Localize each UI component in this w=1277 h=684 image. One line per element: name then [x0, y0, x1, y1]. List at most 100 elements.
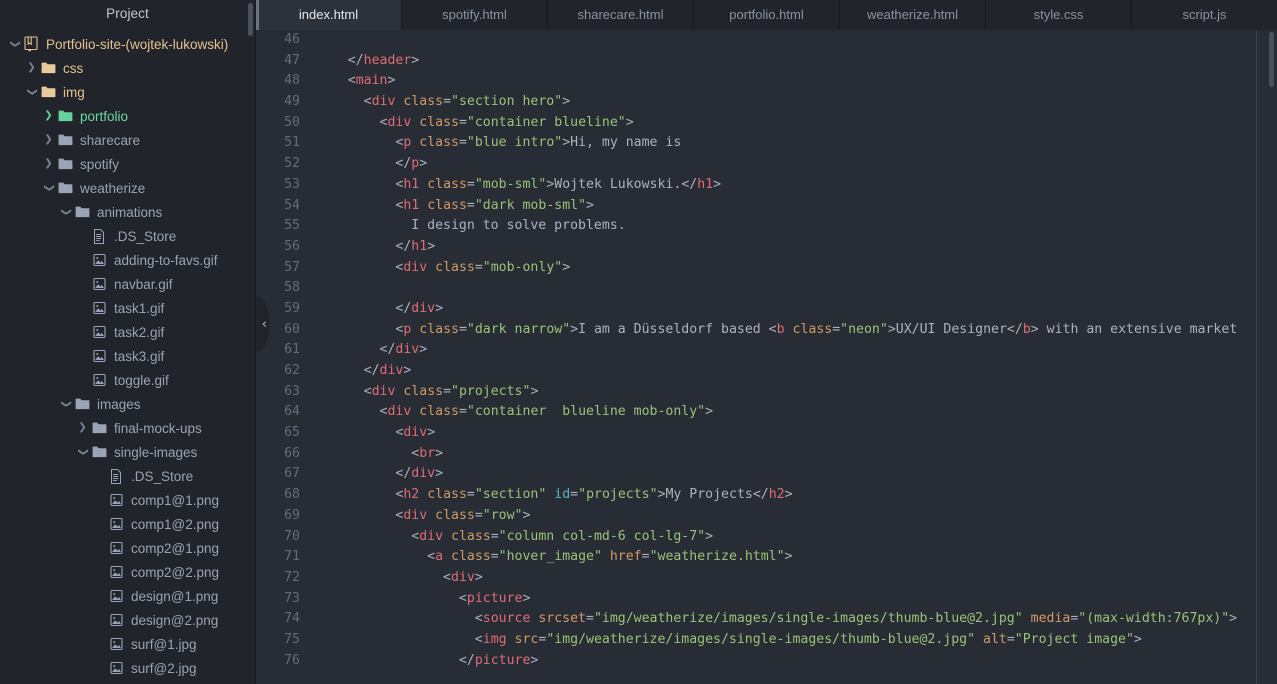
- code-token-punc: >: [1133, 631, 1142, 647]
- sidebar-scrollbar[interactable]: [248, 3, 253, 36]
- tree-item-design-2-png[interactable]: ❯design@2.png: [0, 608, 255, 632]
- code-token-tag: source: [482, 611, 531, 627]
- code-line: 65 <div>: [256, 423, 1277, 444]
- tree-item-toggle-gif[interactable]: ❯toggle.gif: [0, 368, 255, 392]
- tree-item-sharecare[interactable]: ❯ sharecare: [0, 128, 255, 152]
- tree-item-comp1-1-png[interactable]: ❯comp1@1.png: [0, 488, 255, 512]
- code-line: 46: [256, 30, 1277, 51]
- code-token-punc: >: [586, 197, 594, 213]
- tree-item-final-mock-ups[interactable]: ❯ final-mock-ups: [0, 416, 255, 440]
- code-token-punc: >: [435, 466, 444, 482]
- code-token-str: "row": [482, 507, 523, 523]
- code-token-punc: </: [752, 487, 769, 503]
- tab-style-css[interactable]: style.css: [986, 0, 1132, 30]
- code-token-punc: >: [435, 300, 444, 316]
- chevron-down-icon[interactable]: ❯: [61, 398, 72, 411]
- code-token-punc: =: [443, 94, 452, 110]
- tree-item-label: img: [63, 84, 85, 100]
- code-token-punc: =: [458, 321, 467, 337]
- tree-item-portfolio-site-wojtek-lukowski-[interactable]: ❯ Portfolio-site-(wojtek-lukowski): [0, 32, 255, 56]
- tree-item-adding-to-favs-gif[interactable]: ❯adding-to-favs.gif: [0, 248, 255, 272]
- tree-item-task2-gif[interactable]: ❯task2.gif: [0, 320, 255, 344]
- line-number: 47: [284, 52, 300, 68]
- chevron-right-icon[interactable]: ❯: [25, 63, 38, 73]
- project-tree: ❯ Portfolio-site-(wojtek-lukowski) ❯ css ❯ im…: [0, 28, 255, 680]
- code-token-tag: main: [355, 73, 388, 89]
- tree-item-css[interactable]: ❯ css: [0, 56, 255, 80]
- tree-item-label: adding-to-favs.gif: [114, 252, 218, 268]
- code-line: 56 </h1>: [256, 237, 1277, 258]
- tree-item-weatherize[interactable]: ❯ weatherize: [0, 176, 255, 200]
- tab-portfolio-html[interactable]: portfolio.html: [694, 0, 840, 30]
- code-token-punc: </: [681, 176, 698, 192]
- code-token-attr: class: [427, 176, 467, 192]
- tree-item-label: portfolio: [80, 108, 129, 124]
- tree-item-portfolio[interactable]: ❯ portfolio: [0, 104, 255, 128]
- tree-item-surf-2-jpg[interactable]: ❯surf@2.jpg: [0, 656, 255, 680]
- code-token-str: "weatherize.html": [649, 549, 785, 565]
- code-token-punc: <: [427, 549, 436, 565]
- chevron-right-icon[interactable]: ❯: [42, 111, 55, 121]
- book-icon: [21, 36, 41, 52]
- code-token-str: "blue intro": [466, 135, 563, 151]
- image-file-icon: [106, 565, 126, 579]
- tab-spotify-html[interactable]: spotify.html: [402, 0, 548, 30]
- image-file-icon: [106, 541, 126, 555]
- code-token-punc: >: [1229, 611, 1238, 627]
- code-token-punc: [316, 384, 364, 399]
- folder-icon: [89, 446, 109, 458]
- chevron-right-icon[interactable]: ❯: [42, 135, 55, 145]
- source-code[interactable]: 46 47 </header> 48 <main> 49 <div class="se…: [256, 30, 1277, 671]
- chevron-down-icon[interactable]: ❯: [44, 182, 55, 195]
- code-line: 55 I design to solve problems.: [256, 216, 1277, 237]
- tree-item--ds-store[interactable]: ❯.DS_Store: [0, 224, 255, 248]
- tree-item-task1-gif[interactable]: ❯task1.gif: [0, 296, 255, 320]
- code-line: 52 </p>: [256, 154, 1277, 175]
- tree-item-single-images[interactable]: ❯ single-images: [0, 440, 255, 464]
- tree-item-images[interactable]: ❯ images: [0, 392, 255, 416]
- code-token-str: "mob-only": [482, 259, 563, 275]
- tab-sharecare-html[interactable]: sharecare.html: [548, 0, 694, 30]
- code-line: 72 <div>: [256, 568, 1277, 589]
- line-number: 76: [284, 652, 300, 668]
- line-number: 54: [284, 197, 300, 213]
- code-line: 71 <a class="hover_image" href="weatheri…: [256, 547, 1277, 568]
- code-token-tag: img: [482, 631, 507, 647]
- code-token-punc: >: [411, 52, 420, 68]
- tree-item--ds-store[interactable]: ❯.DS_Store: [0, 464, 255, 488]
- image-file-icon: [89, 325, 109, 339]
- tree-item-comp1-2-png[interactable]: ❯comp1@2.png: [0, 512, 255, 536]
- tree-item-comp2-1-png[interactable]: ❯comp2@1.png: [0, 536, 255, 560]
- tree-item-surf-1-jpg[interactable]: ❯surf@1.jpg: [0, 632, 255, 656]
- tab-script-js[interactable]: script.js: [1132, 0, 1277, 30]
- chevron-down-icon[interactable]: ❯: [78, 446, 89, 459]
- editor-scrollbar[interactable]: [1269, 32, 1274, 87]
- tree-item-navbar-gif[interactable]: ❯navbar.gif: [0, 272, 255, 296]
- tab-index-html[interactable]: index.html: [256, 0, 402, 30]
- tab-weatherize-html[interactable]: weatherize.html: [840, 0, 986, 30]
- tree-item-comp2-2-png[interactable]: ❯comp2@2.png: [0, 560, 255, 584]
- code-area[interactable]: 46 47 </header> 48 <main> 49 <div class="se…: [256, 30, 1277, 684]
- tree-item-label: single-images: [114, 444, 198, 460]
- file-icon: [89, 228, 109, 244]
- tree-item-animations[interactable]: ❯ animations: [0, 200, 255, 224]
- code-token-punc: >: [562, 135, 571, 151]
- image-file-icon: [89, 349, 109, 363]
- tree-item-img[interactable]: ❯ img: [0, 80, 255, 104]
- tree-item-task3-gif[interactable]: ❯task3.gif: [0, 344, 255, 368]
- code-token-tag: div: [411, 300, 436, 316]
- chevron-right-icon[interactable]: ❯: [42, 159, 55, 169]
- tree-item-label: comp1@1.png: [131, 492, 220, 508]
- chevron-down-icon[interactable]: ❯: [61, 206, 72, 219]
- tree-item-spotify[interactable]: ❯ spotify: [0, 152, 255, 176]
- chevron-right-icon[interactable]: ❯: [76, 423, 89, 433]
- code-token-punc: [316, 653, 459, 668]
- code-token-punc: >: [419, 156, 428, 172]
- tree-item-design-1-png[interactable]: ❯design@1.png: [0, 584, 255, 608]
- chevron-down-icon[interactable]: ❯: [10, 38, 21, 51]
- code-token-punc: =: [1006, 631, 1015, 647]
- chevron-down-icon[interactable]: ❯: [27, 86, 38, 99]
- code-token-punc: [316, 94, 364, 109]
- code-line: 68 <h2 class="section" id="projects">My …: [256, 485, 1277, 506]
